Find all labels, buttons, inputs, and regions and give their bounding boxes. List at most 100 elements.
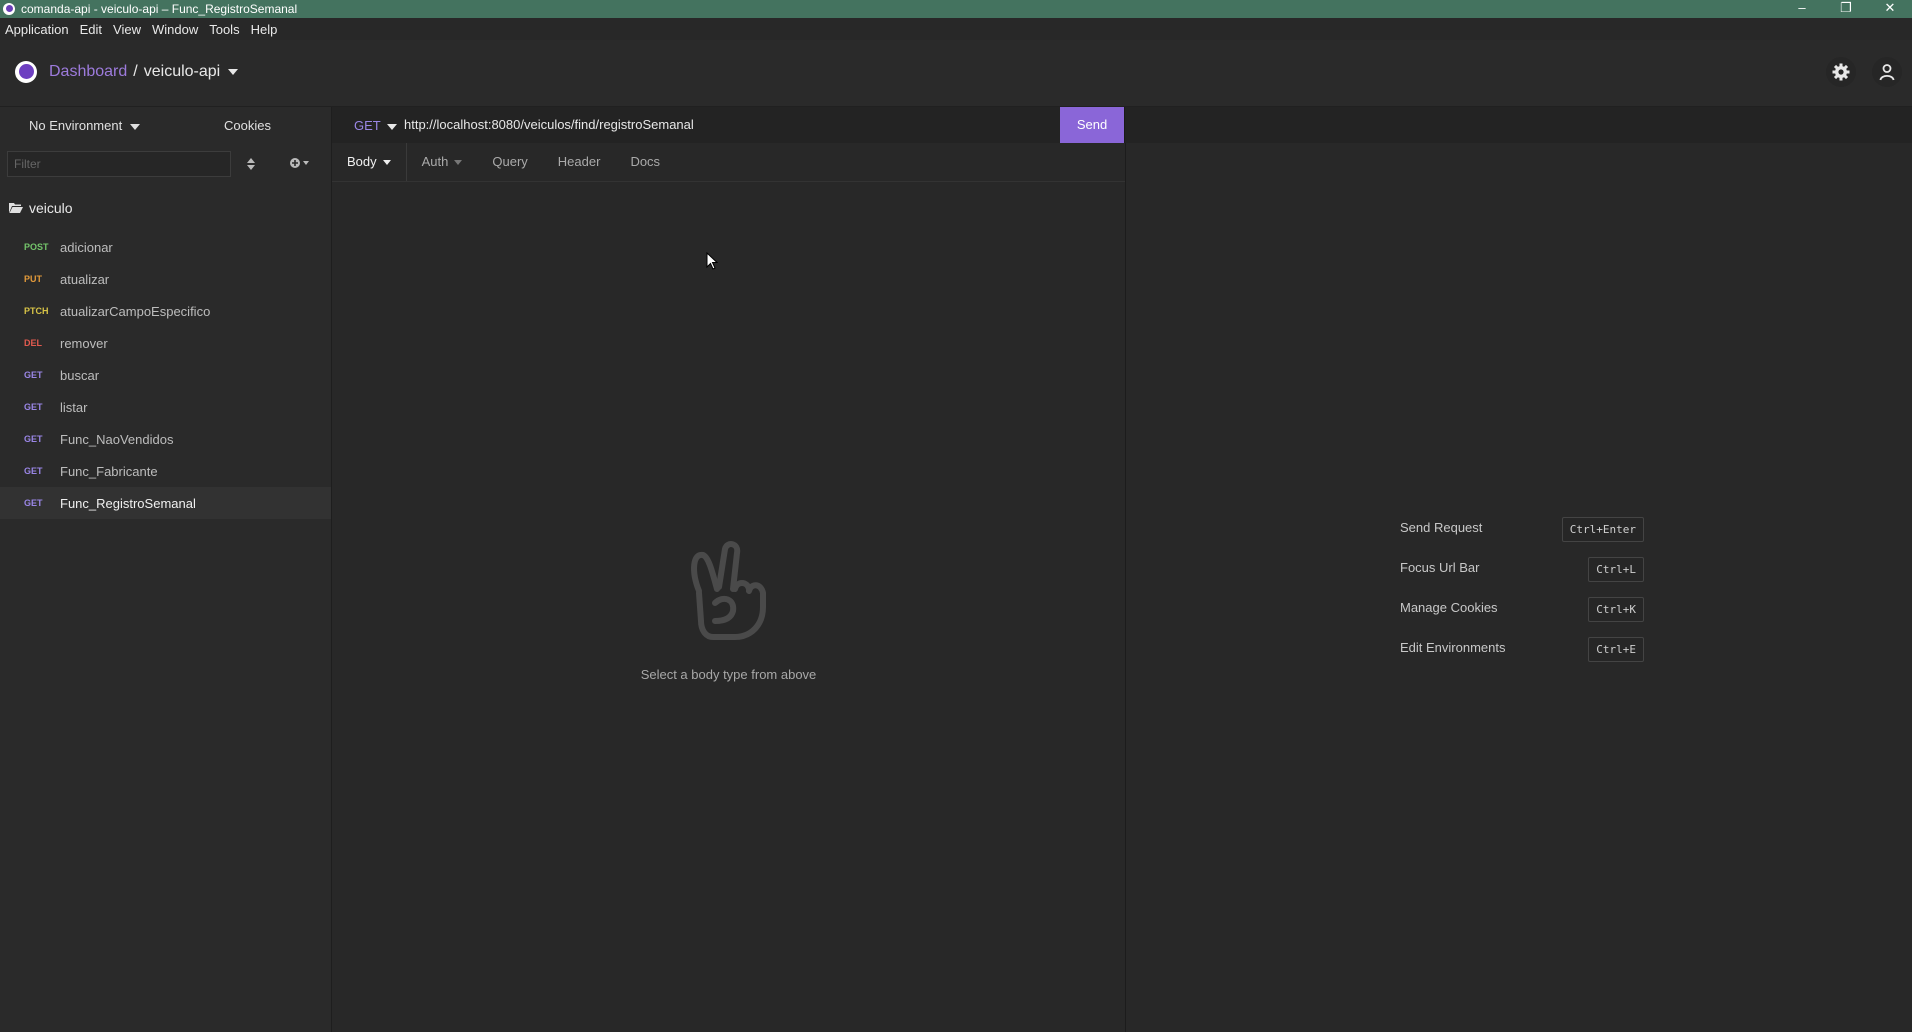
breadcrumb-separator: / [133,63,138,80]
list-item[interactable]: DEL remover [0,327,331,359]
method-badge: GET [24,434,43,444]
request-list: POST adicionar PUT atualizar PTCH atuali… [0,231,331,519]
shortcut-row: Manage Cookies Ctrl+K [1400,596,1644,636]
window-controls: – ❐ ✕ [1780,0,1912,18]
tab-docs[interactable]: Docs [615,143,675,181]
request-name: Func_NaoVendidos [60,431,174,447]
url-input[interactable]: http://localhost:8080/veiculos/find/regi… [404,117,694,132]
list-item[interactable]: GET Func_NaoVendidos [0,423,331,455]
mouse-cursor-icon [706,252,718,270]
method-badge: GET [24,370,43,380]
divider [1124,107,1125,143]
shortcut-key: Ctrl+E [1588,637,1644,662]
empty-state-message: Select a body type from above [640,667,817,682]
folder-open-icon [9,203,23,213]
tab-header[interactable]: Header [543,143,616,181]
shortcut-row: Send Request Ctrl+Enter [1400,516,1644,556]
request-pane: Body Auth Query Header Docs Select a bod… [332,143,1126,1032]
shortcut-label: Edit Environments [1400,640,1506,655]
request-name: listar [60,399,88,415]
chevron-down-icon [130,123,141,130]
breadcrumb: Dashboard / veiculo-api [49,63,239,81]
tab-query[interactable]: Query [477,143,542,181]
environment-label: No Environment [29,118,123,133]
send-button[interactable]: Send [1060,107,1124,143]
environment-dropdown[interactable]: No Environment [29,118,141,133]
list-item[interactable]: GET buscar [0,359,331,391]
sidebar: No Environment Cookies veiculo POST adic… [0,107,332,1032]
settings-icon[interactable] [1826,57,1856,87]
account-icon[interactable] [1872,57,1902,87]
request-name: Func_Fabricante [60,463,158,479]
method-dropdown[interactable]: GET [354,118,397,133]
tab-label: Body [347,154,377,169]
request-name: atualizarCampoEspecifico [60,303,211,319]
folder-name: veiculo [29,200,73,216]
request-tabs: Body Auth Query Header Docs [332,143,1125,182]
window-title: comanda-api - veiculo-api – Func_Registr… [21,2,298,16]
method-badge: PTCH [24,306,49,316]
title-bar: comanda-api - veiculo-api – Func_Registr… [0,0,1912,18]
tab-label: Auth [421,154,449,169]
request-name: adicionar [60,239,113,255]
insomnia-logo-icon [15,61,37,83]
list-item-active[interactable]: GET Func_RegistroSemanal [0,487,331,519]
chevron-down-icon [454,160,463,166]
url-bar: GET http://localhost:8080/veiculos/find/… [332,107,1912,143]
menu-edit[interactable]: Edit [75,22,108,37]
shortcut-list: Send Request Ctrl+Enter Focus Url Bar Ct… [1400,516,1644,676]
chevron-down-icon [386,123,397,130]
shortcut-label: Send Request [1400,520,1483,535]
filter-input[interactable] [7,151,231,177]
shortcut-key: Ctrl+L [1588,557,1644,582]
request-name: Func_RegistroSemanal [60,495,196,511]
shortcut-key: Ctrl+K [1588,597,1644,622]
method-badge: GET [24,498,43,508]
chevron-down-icon [382,160,391,166]
request-name: buscar [60,367,100,383]
cookies-button[interactable]: Cookies [224,118,271,133]
tab-auth[interactable]: Auth [407,143,478,181]
request-name: atualizar [60,271,110,287]
chevron-down-icon [228,68,239,75]
tab-body[interactable]: Body [332,143,407,181]
shortcut-key: Ctrl+Enter [1561,517,1644,542]
minimize-icon[interactable]: – [1780,0,1824,18]
menu-help[interactable]: Help [246,22,284,37]
plus-circle-icon [290,158,309,168]
list-item[interactable]: POST adicionar [0,231,331,263]
peace-hand-icon [691,541,766,640]
workspace-dropdown[interactable]: veiculo-api [143,63,239,81]
shortcut-row: Edit Environments Ctrl+E [1400,636,1644,676]
workspace-name: veiculo-api [143,63,221,80]
sort-icon[interactable] [247,158,255,173]
list-item[interactable]: GET listar [0,391,331,423]
list-item[interactable]: PUT atualizar [0,263,331,295]
shortcut-row: Focus Url Bar Ctrl+L [1400,556,1644,596]
method-badge: GET [24,402,43,412]
method-badge: GET [24,466,43,476]
workspace-header: Dashboard / veiculo-api [0,40,1912,107]
app-icon [3,3,15,15]
menu-view[interactable]: View [108,22,147,37]
restore-icon[interactable]: ❐ [1824,0,1868,18]
shortcut-label: Manage Cookies [1400,600,1498,615]
menu-application[interactable]: Application [0,22,75,37]
list-item[interactable]: PTCH atualizarCampoEspecifico [0,295,331,327]
list-item[interactable]: GET Func_Fabricante [0,455,331,487]
menu-window[interactable]: Window [147,22,204,37]
method-badge: PUT [24,274,42,284]
close-icon[interactable]: ✕ [1868,0,1912,18]
add-item-dropdown[interactable] [289,157,311,172]
dashboard-link[interactable]: Dashboard [49,63,127,81]
method-badge: POST [24,242,49,252]
method-label: GET [354,118,381,133]
method-badge: DEL [24,338,42,348]
request-name: remover [60,335,108,351]
menu-bar: Application Edit View Window Tools Help [0,18,1912,40]
folder-veiculo[interactable]: veiculo [9,200,73,216]
shortcut-label: Focus Url Bar [1400,560,1480,575]
environment-row: No Environment Cookies [0,107,331,143]
menu-tools[interactable]: Tools [204,22,245,37]
response-pane: Send Request Ctrl+Enter Focus Url Bar Ct… [1126,143,1912,1032]
